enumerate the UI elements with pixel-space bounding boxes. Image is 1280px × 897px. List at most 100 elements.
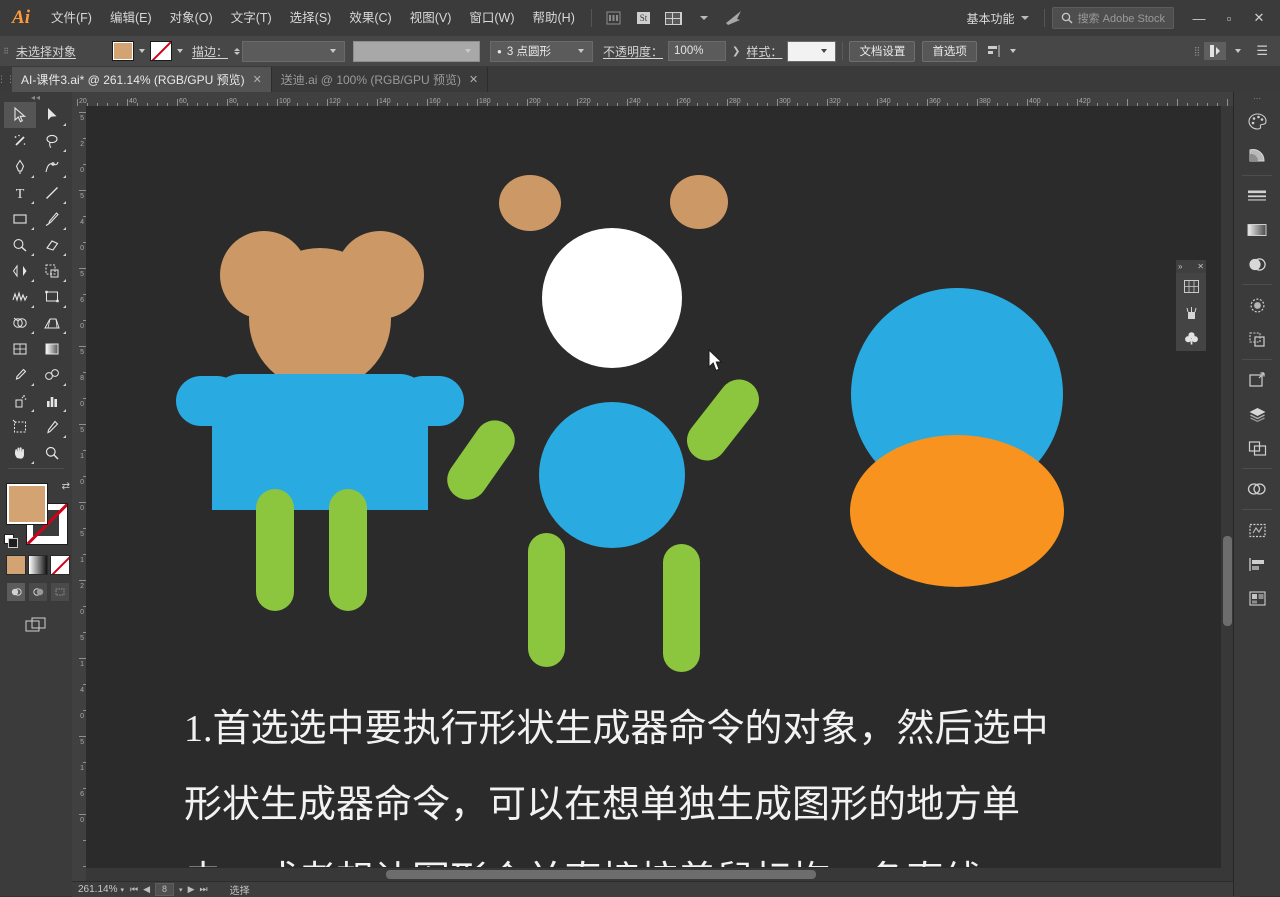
scale-tool[interactable] (36, 258, 68, 284)
opacity-input[interactable]: 100% (668, 41, 727, 61)
gradient-panel-icon[interactable] (1240, 214, 1274, 246)
stock-search-field[interactable]: 搜索 Adobe Stock (1051, 7, 1174, 29)
menu-type[interactable]: 文字(T) (222, 0, 281, 36)
image-trace-panel-icon[interactable] (1240, 514, 1274, 546)
layers-panel-icon[interactable] (1240, 398, 1274, 430)
color-panel-icon[interactable] (1240, 105, 1274, 137)
selection-tool[interactable] (4, 102, 36, 128)
control-bar-grip[interactable]: ⠿ (0, 47, 12, 56)
color-guide-panel-icon[interactable] (1240, 139, 1274, 171)
close-button[interactable]: ✕ (1244, 5, 1274, 31)
menu-effect[interactable]: 效果(C) (340, 0, 400, 36)
appearance-panel-icon[interactable] (1240, 289, 1274, 321)
hand-tool[interactable] (4, 440, 36, 466)
draw-behind-mode[interactable] (28, 582, 48, 602)
symbols-library-icon[interactable] (1176, 273, 1206, 299)
eraser-tool[interactable] (36, 232, 68, 258)
free-transform-tool[interactable] (36, 284, 68, 310)
blend-tool[interactable] (36, 362, 68, 388)
arrange-documents-icon[interactable] (661, 7, 687, 29)
zoom-tool[interactable] (36, 440, 68, 466)
right-dock-grip[interactable]: ⋯ (1253, 92, 1261, 104)
document-tab-2[interactable]: 送迪.ai @ 100% (RGB/GPU 预览) ✕ (271, 67, 489, 92)
next-artboard-button[interactable]: ▶ (188, 884, 195, 895)
canvas-vertical-scrollbar[interactable] (1220, 106, 1234, 881)
width-tool[interactable] (4, 284, 36, 310)
swap-fill-stroke-icon[interactable]: ⇄ (62, 481, 70, 492)
artboard-tool[interactable] (4, 414, 36, 440)
gradient-fill-mode[interactable] (28, 555, 48, 575)
clubs-symbol-icon[interactable] (1176, 325, 1206, 351)
align-dropdown[interactable] (987, 44, 1021, 58)
menu-window[interactable]: 窗口(W) (460, 0, 523, 36)
stroke-profile-dropdown[interactable] (353, 40, 481, 62)
preferences-button[interactable]: 首选项 (922, 40, 977, 62)
menu-select[interactable]: 选择(S) (281, 0, 341, 36)
stroke-weight-dropdown[interactable] (242, 40, 346, 62)
horizontal-ruler[interactable]: 20 40 60 80 100 120 140 160 180 200 220 240 260 280 30… (72, 92, 1280, 107)
gradient-tool[interactable] (36, 336, 68, 362)
artboard-nav-caret-icon[interactable]: ▾ (179, 886, 183, 894)
transform-panel-icon[interactable] (1240, 364, 1274, 396)
artboards-panel-icon[interactable] (1240, 432, 1274, 464)
stroke-weight-stepper[interactable] (234, 47, 241, 55)
stroke-swatch-caret-icon[interactable] (177, 49, 183, 53)
canvas-area[interactable]: 1.首选选中要执行形状生成器命令的对象，然后选中 形状生成器命令，可以在想单独生… (86, 106, 1234, 881)
document-setup-button[interactable]: 文档设置 (849, 40, 916, 62)
rectangle-tool[interactable] (4, 206, 36, 232)
bridge-icon[interactable] (601, 7, 627, 29)
close-icon[interactable]: ✕ (469, 73, 478, 86)
chevron-down-icon[interactable]: ▾ (120, 886, 124, 894)
draw-normal-mode[interactable] (6, 582, 26, 602)
rotate-tool[interactable] (4, 258, 36, 284)
change-screen-mode-button[interactable] (21, 614, 51, 636)
workspace-switcher[interactable]: 基本功能 (959, 7, 1037, 30)
symbol-sprayer-icon[interactable] (1176, 299, 1206, 325)
last-artboard-button[interactable]: ⏭ (199, 884, 207, 895)
magic-wand-tool[interactable] (4, 128, 36, 154)
lasso-tool[interactable] (36, 128, 68, 154)
document-tab-1[interactable]: AI-课件3.ai* @ 261.14% (RGB/GPU 预览) ✕ (12, 67, 272, 92)
screen-mode-caret-icon[interactable] (1235, 49, 1242, 53)
stroke-panel-icon[interactable] (1240, 180, 1274, 212)
scrollbar-thumb[interactable] (1223, 536, 1232, 626)
canvas-horizontal-scrollbar[interactable] (86, 867, 1221, 881)
menu-edit[interactable]: 编辑(E) (101, 0, 161, 36)
restore-button[interactable]: ▫ (1214, 5, 1244, 31)
pen-tool[interactable] (4, 154, 36, 180)
direct-selection-tool[interactable] (36, 102, 68, 128)
eyedropper-tool[interactable] (4, 362, 36, 388)
home-screen-icon[interactable] (721, 7, 747, 29)
vertical-ruler[interactable]: 5205405605805100512051405160 (72, 106, 87, 881)
artboard-number-input[interactable]: 8 (155, 883, 175, 896)
float-panel-close-icon[interactable]: ✕ (1197, 262, 1204, 271)
fill-swatch-caret-icon[interactable] (139, 49, 145, 53)
symbol-sprayer-tool[interactable] (4, 388, 36, 414)
tools-panel-grip[interactable]: ◂◂ (0, 92, 72, 102)
menu-view[interactable]: 视图(V) (401, 0, 461, 36)
minimize-button[interactable]: — (1184, 5, 1214, 31)
fill-swatch-large[interactable] (6, 483, 48, 525)
fill-color-swatch[interactable] (112, 41, 134, 61)
column-graph-tool[interactable] (36, 388, 68, 414)
screen-mode-button[interactable] (1204, 42, 1227, 60)
first-artboard-button[interactable]: ⏮ (130, 884, 138, 895)
pathfinder-panel-icon[interactable] (1240, 323, 1274, 355)
shaper-tool[interactable] (4, 232, 36, 258)
perspective-grid-tool[interactable] (36, 310, 68, 336)
close-icon[interactable]: ✕ (253, 73, 262, 86)
default-fill-stroke-icon[interactable] (4, 534, 18, 548)
curvature-tool[interactable] (36, 154, 68, 180)
slice-tool[interactable] (36, 414, 68, 440)
menu-file[interactable]: 文件(F) (42, 0, 101, 36)
panel-menu-icon[interactable]: ☰ (1250, 43, 1274, 59)
align-panel-icon[interactable] (1240, 548, 1274, 580)
transparency-panel-icon[interactable] (1240, 248, 1274, 280)
libraries-panel-icon[interactable] (1240, 582, 1274, 614)
stroke-color-swatch[interactable] (150, 41, 172, 61)
scrollbar-thumb[interactable] (386, 870, 816, 879)
stock-icon[interactable]: St (631, 7, 657, 29)
links-panel-icon[interactable] (1240, 473, 1274, 505)
arrange-documents-caret-icon[interactable] (691, 7, 717, 29)
none-fill-mode[interactable] (50, 555, 70, 575)
